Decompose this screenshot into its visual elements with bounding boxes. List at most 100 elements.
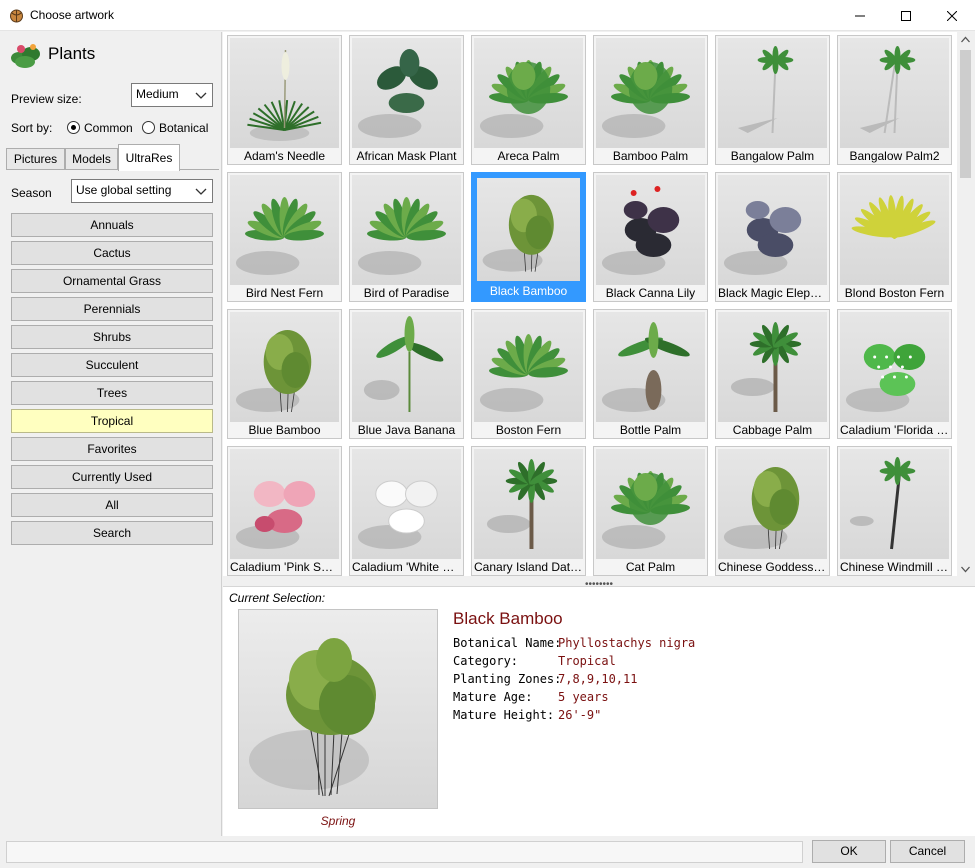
info-key: Planting Zones:	[453, 672, 562, 686]
info-key: Botanical Name:	[453, 636, 562, 650]
sort-common-label[interactable]: Common	[84, 121, 133, 135]
tab-pictures[interactable]: Pictures	[6, 148, 65, 170]
tab-ultrares[interactable]: UltraRes	[118, 144, 180, 171]
plant-thumbnail	[230, 38, 339, 148]
preview-size-value: Medium	[136, 87, 179, 101]
season-select[interactable]: Use global setting	[71, 179, 213, 203]
category-button-currently-used[interactable]: Currently Used	[11, 465, 213, 489]
category-button-shrubs[interactable]: Shrubs	[11, 325, 213, 349]
artwork-tile[interactable]: Caladium 'White Frost'	[349, 446, 464, 576]
artwork-tile[interactable]: Black Bamboo	[471, 172, 586, 302]
status-field	[6, 841, 803, 863]
sort-common-radio[interactable]	[67, 121, 80, 134]
artwork-tile[interactable]: Cat Palm	[593, 446, 708, 576]
category-button-favorites[interactable]: Favorites	[11, 437, 213, 461]
current-selection-panel: Current Selection: Spring Black Bamboo B…	[223, 587, 975, 836]
cancel-button[interactable]: Cancel	[890, 840, 965, 863]
scroll-thumb[interactable]	[960, 50, 971, 178]
panel-splitter[interactable]: ••••••••	[223, 577, 975, 590]
grid-scrollbar[interactable]	[957, 32, 974, 577]
ok-button[interactable]: OK	[812, 840, 886, 863]
artwork-tile[interactable]: Bottle Palm	[593, 309, 708, 439]
current-preview-image	[238, 609, 438, 809]
plant-thumbnail	[596, 38, 705, 148]
info-value: Phyllostachys nigra	[558, 636, 696, 650]
tile-caption: Chinese Goddess Ba...	[718, 560, 829, 574]
artwork-tile[interactable]: Bird Nest Fern	[227, 172, 342, 302]
category-button-cactus[interactable]: Cactus	[11, 241, 213, 265]
tile-caption: Caladium 'Pink Splash'	[230, 560, 341, 574]
artwork-tile[interactable]: Blue Java Banana	[349, 309, 464, 439]
left-panel: Plants Preview size: Medium Sort by: Com…	[0, 32, 222, 836]
artwork-tile[interactable]: Black Canna Lily	[593, 172, 708, 302]
close-button[interactable]	[929, 0, 975, 31]
plant-name: Black Bamboo	[453, 609, 563, 628]
category-button-succulent[interactable]: Succulent	[11, 353, 213, 377]
artwork-tile[interactable]: Black Magic Elephan...	[715, 172, 830, 302]
artwork-tile[interactable]: Areca Palm	[471, 35, 586, 165]
artwork-tile[interactable]: Bangalow Palm	[715, 35, 830, 165]
artwork-tile[interactable]: Blond Boston Fern	[837, 172, 952, 302]
scroll-up-icon[interactable]	[961, 36, 970, 43]
tab-models[interactable]: Models	[65, 148, 118, 170]
artwork-tile[interactable]: African Mask Plant	[349, 35, 464, 165]
category-button-all[interactable]: All	[11, 493, 213, 517]
info-key: Mature Age:	[453, 690, 533, 704]
plant-thumbnail	[230, 312, 339, 422]
minimize-button[interactable]	[837, 0, 883, 31]
artwork-tile[interactable]: Blue Bamboo	[227, 309, 342, 439]
info-value: 26'-9"	[558, 708, 602, 722]
scroll-down-icon[interactable]	[961, 566, 970, 573]
info-key: Category:	[453, 654, 519, 668]
artwork-tile[interactable]: Cabbage Palm	[715, 309, 830, 439]
tile-caption: African Mask Plant	[356, 149, 457, 163]
plant-thumbnail	[840, 175, 949, 285]
artwork-tile[interactable]: Bangalow Palm2	[837, 35, 952, 165]
plants-icon	[9, 40, 43, 70]
tile-caption: Boston Fern	[495, 423, 562, 437]
artwork-tile[interactable]: Chinese Windmill Palm	[837, 446, 952, 576]
artwork-tile[interactable]: Caladium 'Pink Splash'	[227, 446, 342, 576]
tile-caption: Areca Palm	[497, 149, 560, 163]
plant-thumbnail	[474, 312, 583, 422]
title-bar: Choose artwork	[0, 0, 975, 31]
plant-thumbnail	[477, 178, 580, 281]
info-value: 7,8,9,10,11	[558, 672, 638, 686]
plant-thumbnail	[474, 38, 583, 148]
category-title: Plants	[48, 44, 96, 63]
category-button-search[interactable]: Search	[11, 521, 213, 545]
plant-thumbnail	[596, 449, 705, 559]
preview-size-select[interactable]: Medium	[131, 83, 213, 107]
category-button-annuals[interactable]: Annuals	[11, 213, 213, 237]
sort-by-label: Sort by:	[11, 121, 53, 135]
info-value: Tropical	[558, 654, 616, 668]
preview-size-label: Preview size:	[11, 92, 82, 106]
season-value: Use global setting	[76, 183, 172, 197]
category-button-ornamental-grass[interactable]: Ornamental Grass	[11, 269, 213, 293]
season-caption: Spring	[320, 814, 356, 828]
plant-thumbnail	[596, 175, 705, 285]
category-button-tropical[interactable]: Tropical	[11, 409, 213, 433]
plant-thumbnail	[352, 312, 461, 422]
artwork-tile[interactable]: Caladium 'Florida Clo...	[837, 309, 952, 439]
plant-thumbnail	[352, 38, 461, 148]
tile-caption: Bird Nest Fern	[245, 286, 324, 300]
plant-thumbnail	[352, 175, 461, 285]
artwork-tile[interactable]: Bamboo Palm	[593, 35, 708, 165]
tile-caption: Cabbage Palm	[732, 423, 813, 437]
maximize-button[interactable]	[883, 0, 929, 31]
tile-caption: Canary Island Date P...	[474, 560, 585, 574]
category-button-perennials[interactable]: Perennials	[11, 297, 213, 321]
artwork-tile[interactable]: Canary Island Date P...	[471, 446, 586, 576]
artwork-tile[interactable]: Bird of Paradise	[349, 172, 464, 302]
sort-botanical-label[interactable]: Botanical	[159, 121, 208, 135]
artwork-tile[interactable]: Chinese Goddess Ba...	[715, 446, 830, 576]
artwork-tile[interactable]: Boston Fern	[471, 309, 586, 439]
tile-caption: Blue Java Banana	[357, 423, 456, 437]
artwork-tile[interactable]: Adam's Needle	[227, 35, 342, 165]
plant-thumbnail	[230, 175, 339, 285]
tile-caption: Blue Bamboo	[248, 423, 321, 437]
category-button-trees[interactable]: Trees	[11, 381, 213, 405]
sort-botanical-radio[interactable]	[142, 121, 155, 134]
close-icon	[947, 10, 957, 21]
